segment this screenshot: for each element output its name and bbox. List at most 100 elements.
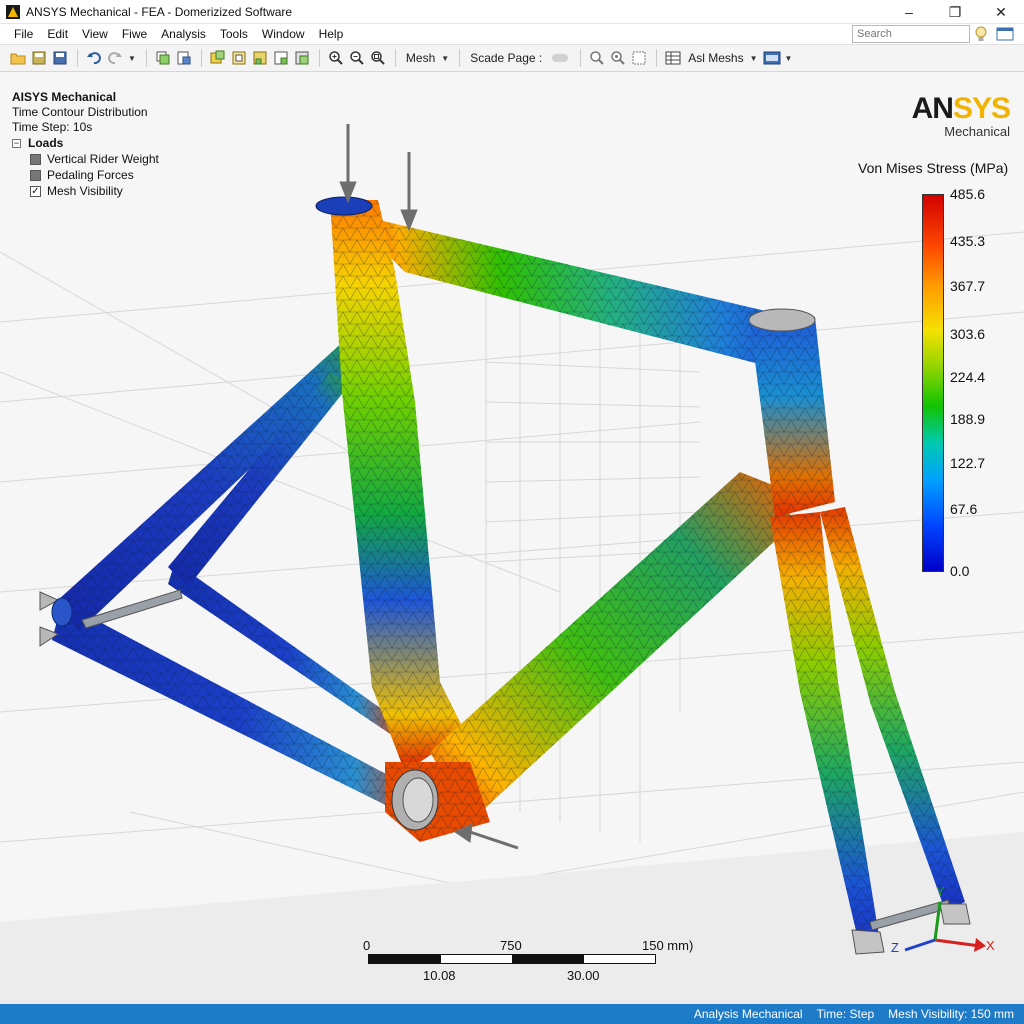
legend-value: 435.3: [950, 233, 986, 249]
redo-icon[interactable]: [105, 48, 125, 68]
toolbar-divider: [459, 49, 461, 67]
down-tube[interactable]: [430, 472, 790, 822]
probe-icon[interactable]: [587, 48, 607, 68]
save-icon[interactable]: [50, 48, 70, 68]
scale-segment: [369, 955, 441, 963]
table-icon[interactable]: [663, 48, 683, 68]
toolbar-divider: [318, 49, 320, 67]
window-layout-icon[interactable]: [996, 27, 1014, 41]
scale-segment: [440, 955, 512, 963]
menu-view[interactable]: View: [75, 24, 115, 44]
tree-result-name: Time Contour Distribution: [12, 105, 148, 119]
axis-x-label: X: [986, 938, 995, 953]
mesh-dropdown-arrow-icon[interactable]: ▼: [441, 54, 449, 63]
probe-select-icon[interactable]: [608, 48, 628, 68]
mesh-dropdown[interactable]: Mesh: [402, 51, 439, 65]
brand-subtitle: Mechanical: [944, 124, 1010, 139]
tree-item-pedaling-forces[interactable]: Pedaling Forces: [30, 168, 159, 183]
axis-y-label: Y: [936, 884, 945, 899]
tree-item-mesh-visibility[interactable]: ✓ Mesh Visibility: [30, 184, 159, 199]
legend-title: Von Mises Stress (MPa): [858, 160, 1009, 176]
legend-value: 67.6: [950, 501, 978, 517]
maximize-button[interactable]: ❐: [932, 0, 978, 24]
tree-item-label: Vertical Rider Weight: [47, 152, 159, 166]
status-time: Time: Step: [816, 1007, 875, 1021]
menu-analysis[interactable]: Analysis: [154, 24, 213, 44]
load-swatch-icon: [30, 170, 41, 181]
status-analysis: Analysis Mechanical: [693, 1007, 803, 1021]
fea-model-view[interactable]: [0, 72, 1024, 1004]
scale-bar: [368, 954, 656, 964]
scale-label-end: 150 mm): [642, 938, 694, 953]
mesh-export-icon[interactable]: [292, 48, 312, 68]
graphics-viewport[interactable]: X Y Z AISYS Mechanical Time Contour Dist…: [0, 72, 1024, 1004]
brand-name: ANSYS: [911, 92, 1011, 125]
zoom-out-icon[interactable]: [347, 48, 367, 68]
window-controls: – ❐ ✕: [886, 0, 1024, 24]
zoom-fit-icon[interactable]: [368, 48, 388, 68]
toolbar-divider: [77, 49, 78, 67]
scale-sub-label: 30.00: [567, 968, 600, 983]
minimize-button[interactable]: –: [886, 0, 932, 24]
all-meshes-dropdown[interactable]: Asl Meshs: [684, 51, 747, 65]
menu-edit[interactable]: Edit: [40, 24, 75, 44]
load-swatch-icon: [30, 154, 41, 165]
menu-bar: File Edit View Fiwe Analysis Tools Windo…: [0, 24, 1024, 44]
display-settings-icon[interactable]: [762, 48, 782, 68]
close-button[interactable]: ✕: [978, 0, 1024, 24]
search-input[interactable]: [852, 25, 970, 43]
display-settings-dropdown-icon[interactable]: ▼: [785, 54, 793, 63]
scale-segment: [512, 955, 584, 963]
save-all-icon[interactable]: [29, 48, 49, 68]
tree-loads-label: Loads: [28, 136, 64, 150]
scale-label-mid: 750: [500, 938, 522, 953]
top-tube[interactable]: [345, 212, 790, 372]
undo-icon[interactable]: [84, 48, 104, 68]
import-geometry-icon[interactable]: [174, 48, 194, 68]
tree-app-title: AISYS Mechanical: [12, 90, 117, 104]
zoom-in-icon[interactable]: [326, 48, 346, 68]
scale-page-toggle[interactable]: [552, 54, 569, 62]
tree-item-label: Mesh Visibility: [47, 184, 123, 198]
legend-value: 303.6: [950, 326, 986, 342]
legend-value: 188.9: [950, 411, 986, 427]
menu-file[interactable]: File: [0, 24, 40, 44]
mesh-visibility-checkbox[interactable]: ✓: [30, 186, 41, 197]
legend-value: 0.0: [950, 563, 970, 579]
toolbar-divider: [580, 49, 582, 67]
model-tree: AISYS Mechanical Time Contour Distributi…: [12, 90, 159, 199]
collapse-icon[interactable]: −: [12, 139, 21, 148]
brand-logo: ANSYS Mechanical: [911, 92, 1011, 140]
tree-item-label: Pedaling Forces: [47, 168, 134, 182]
legend-color-bar: [922, 194, 944, 572]
lightbulb-icon[interactable]: [974, 26, 988, 42]
all-meshes-dropdown-arrow-icon[interactable]: ▼: [750, 54, 758, 63]
menu-fiwe[interactable]: Fiwe: [115, 24, 154, 44]
legend-value: 224.4: [950, 369, 986, 385]
mesh-refine-icon[interactable]: [229, 48, 249, 68]
legend-value: 122.7: [950, 455, 986, 471]
axis-z-label: Z: [891, 940, 899, 955]
open-folder-icon[interactable]: [8, 48, 28, 68]
mesh-quality-icon[interactable]: [271, 48, 291, 68]
menu-tools[interactable]: Tools: [213, 24, 255, 44]
toolbar-divider: [656, 49, 658, 67]
tree-item-vertical-rider-weight[interactable]: Vertical Rider Weight: [30, 152, 159, 167]
mesh-sizing-icon[interactable]: [250, 48, 270, 68]
status-bar: Analysis Mechanical Time: Step Mesh Visi…: [0, 1004, 1024, 1024]
status-mesh-visibility: Mesh Visibility: 150 mm: [888, 1007, 1014, 1021]
grid-select-icon[interactable]: [629, 48, 649, 68]
toolbar: ▼ Mesh ▼ Scade Page : Asl Meshs ▼ ▼: [0, 44, 1024, 72]
window-title: ANSYS Mechanical - FEA - Domerizized Sof…: [26, 4, 293, 19]
legend-value: 485.6: [950, 186, 986, 202]
menu-window[interactable]: Window: [255, 24, 312, 44]
redo-dropdown-icon[interactable]: ▼: [128, 54, 136, 63]
scale-segment: [583, 955, 655, 963]
scale-page-label: Scade Page :: [470, 51, 543, 65]
mesh-generate-icon[interactable]: [208, 48, 228, 68]
scale-label-start: 0: [363, 938, 371, 953]
add-geometry-icon[interactable]: [153, 48, 173, 68]
menu-help[interactable]: Help: [312, 24, 351, 44]
tree-node-loads[interactable]: − Loads: [12, 136, 159, 151]
scale-sub-label: 10.08: [423, 968, 456, 983]
